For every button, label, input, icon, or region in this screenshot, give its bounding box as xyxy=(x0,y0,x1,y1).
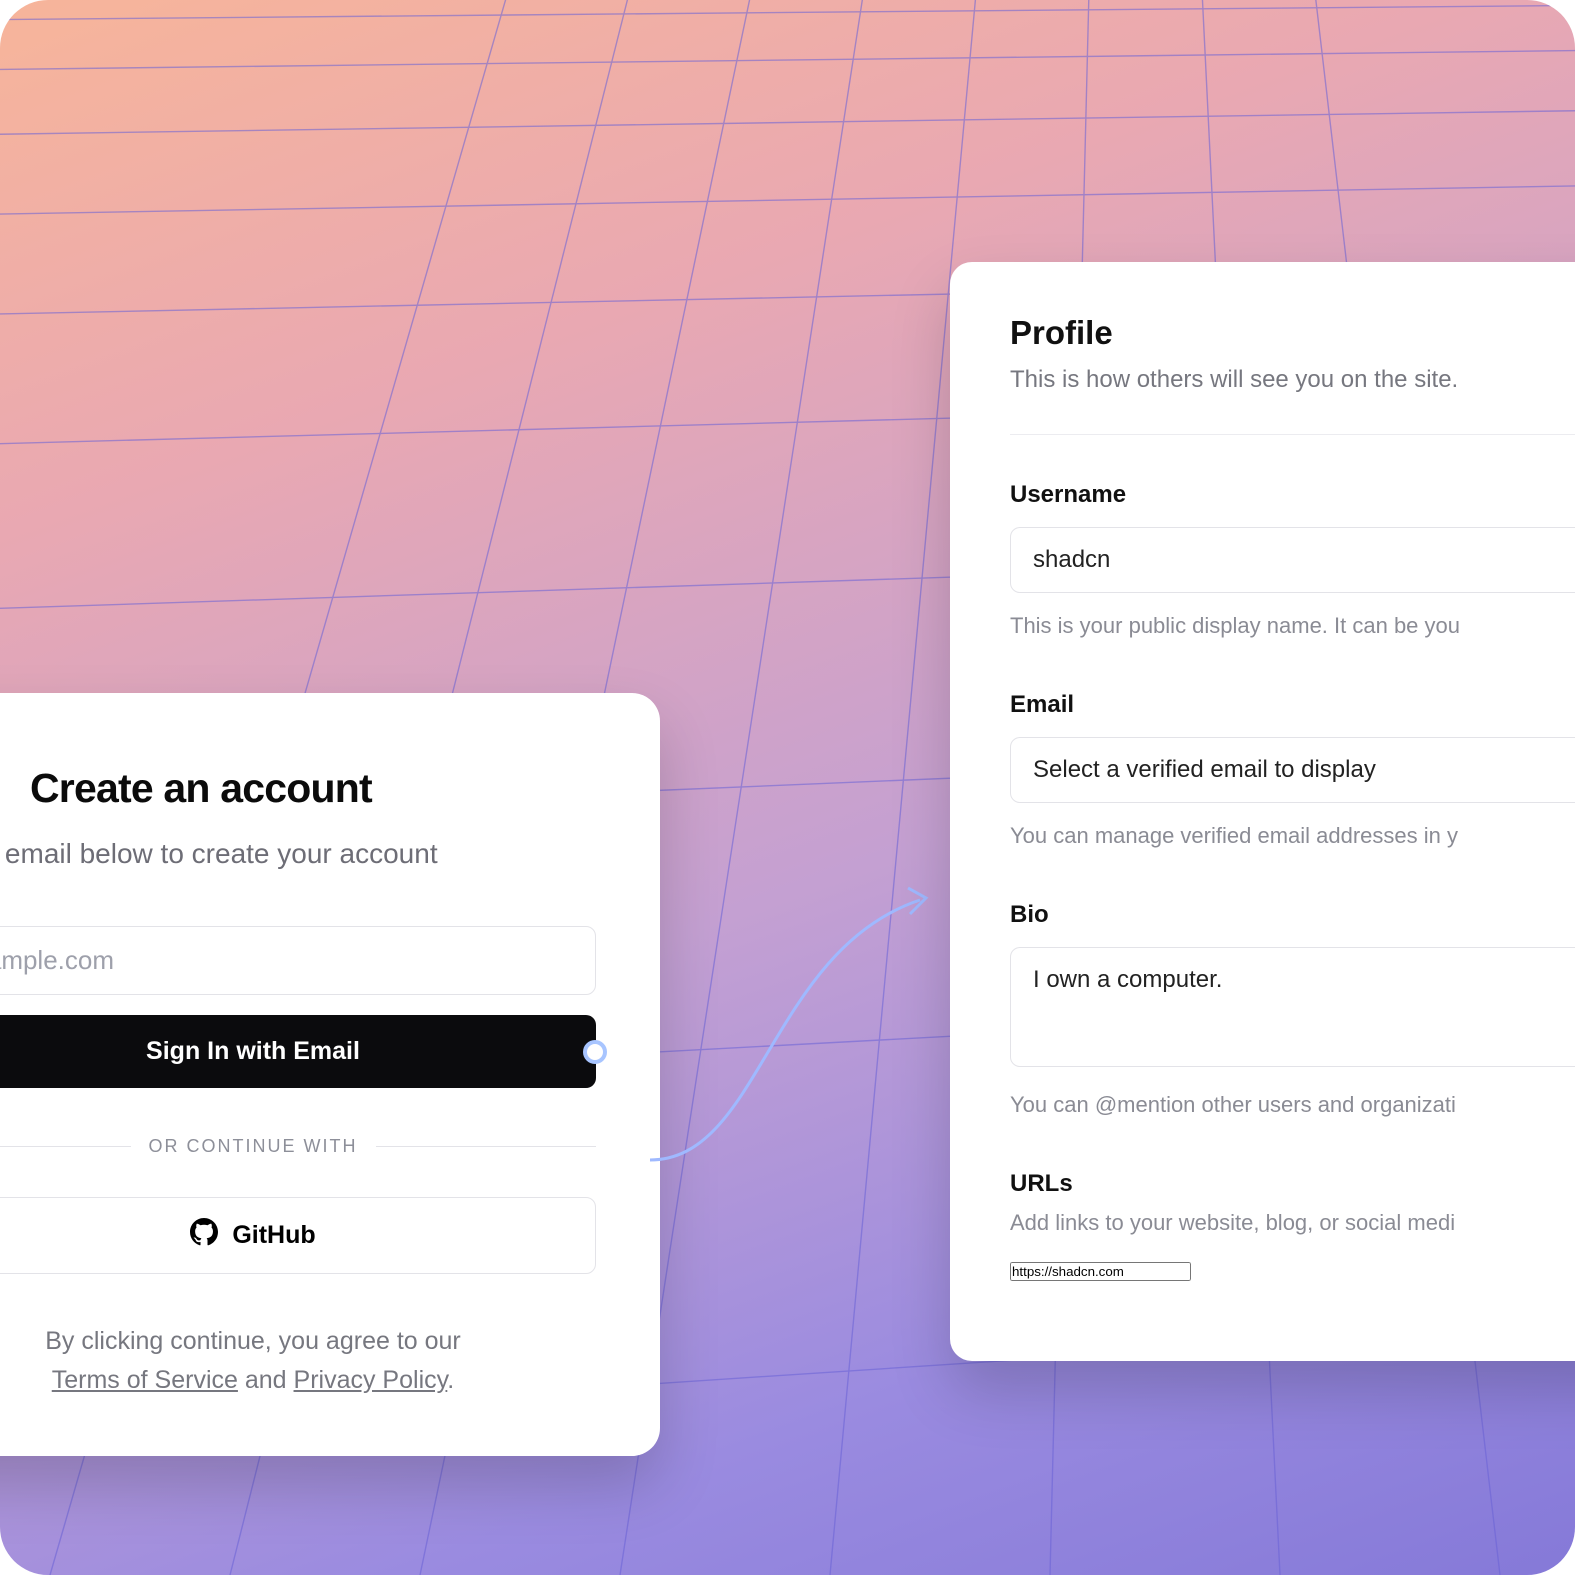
signup-card: Create an account er your email below to… xyxy=(0,693,660,1456)
connector-arrow xyxy=(640,870,960,1190)
username-hint: This is your public display name. It can… xyxy=(1010,613,1575,639)
terms-link[interactable]: Terms of Service xyxy=(52,1366,238,1394)
sign-in-email-button[interactable]: Sign In with Email xyxy=(0,1015,596,1088)
bio-hint: You can @mention other users and organiz… xyxy=(1010,1092,1575,1118)
divider-label: OR CONTINUE WITH xyxy=(149,1136,358,1157)
username-input[interactable] xyxy=(1010,527,1575,593)
auth-divider: OR CONTINUE WITH xyxy=(0,1136,596,1157)
urls-hint: Add links to your website, blog, or soci… xyxy=(1010,1210,1575,1236)
email-hint: You can manage verified email addresses … xyxy=(1010,823,1575,849)
github-oauth-button[interactable]: GitHub xyxy=(0,1197,596,1274)
showcase-stage: Create an account er your email below to… xyxy=(0,0,1575,1575)
github-oauth-label: GitHub xyxy=(232,1221,315,1250)
signup-subtitle: er your email below to create your accou… xyxy=(0,838,596,870)
privacy-link[interactable]: Privacy Policy xyxy=(294,1366,448,1394)
profile-divider xyxy=(1010,434,1575,435)
legal-prefix: By clicking continue, you agree to our xyxy=(45,1327,461,1355)
email-input[interactable] xyxy=(0,926,596,995)
divider-line-right xyxy=(376,1146,597,1147)
legal-suffix: . xyxy=(447,1366,454,1394)
connector-dot-icon xyxy=(583,1040,607,1064)
signup-title: Create an account xyxy=(30,765,596,812)
username-group: Username This is your public display nam… xyxy=(1010,481,1575,639)
email-label: Email xyxy=(1010,691,1575,719)
profile-card: Profile This is how others will see you … xyxy=(950,262,1575,1361)
email-group: Email Select a verified email to display… xyxy=(1010,691,1575,849)
urls-label: URLs xyxy=(1010,1170,1575,1198)
urls-input[interactable] xyxy=(1010,1262,1191,1281)
email-select[interactable]: Select a verified email to display xyxy=(1010,737,1575,803)
legal-text: By clicking continue, you agree to our T… xyxy=(0,1322,596,1400)
legal-middle: and xyxy=(238,1366,294,1394)
username-label: Username xyxy=(1010,481,1575,509)
bio-label: Bio xyxy=(1010,901,1575,929)
profile-description: This is how others will see you on the s… xyxy=(1010,366,1575,394)
profile-heading: Profile xyxy=(1010,314,1575,352)
bio-group: Bio You can @mention other users and org… xyxy=(1010,901,1575,1118)
github-icon xyxy=(190,1218,218,1253)
divider-line-left xyxy=(0,1146,131,1147)
urls-group: URLs Add links to your website, blog, or… xyxy=(1010,1170,1575,1281)
sign-in-email-label: Sign In with Email xyxy=(146,1037,360,1065)
bio-textarea[interactable] xyxy=(1010,947,1575,1067)
